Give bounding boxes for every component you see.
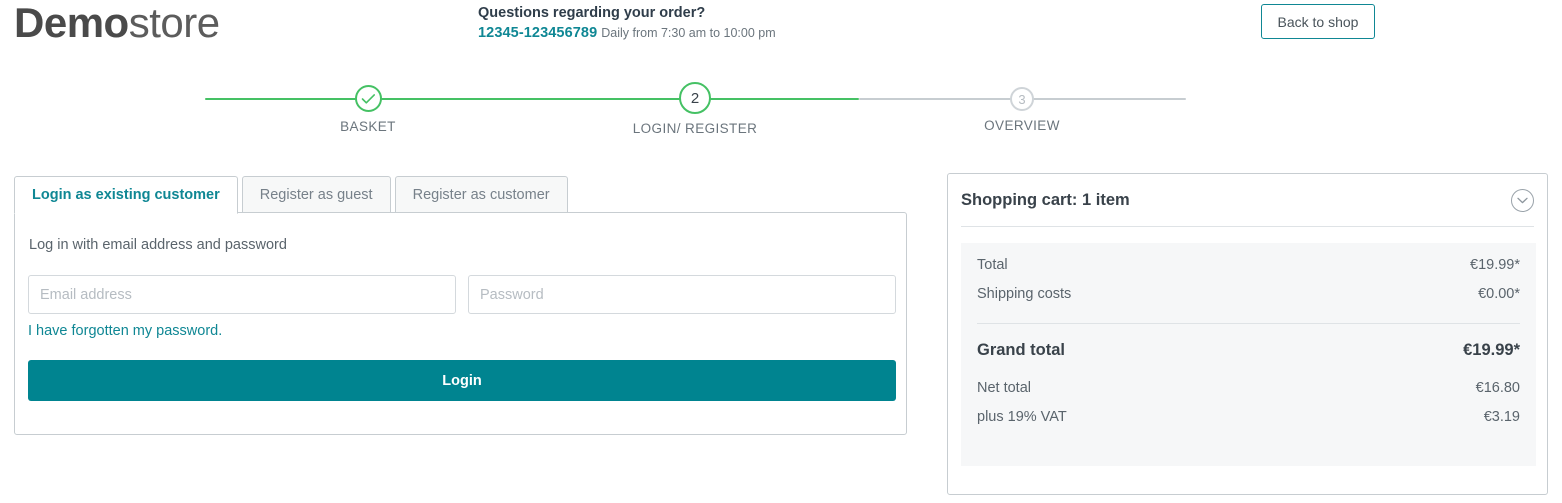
stepper-label-login-register: LOGIN/ REGISTER (632, 121, 758, 136)
tab-register-as-guest[interactable]: Register as guest (241, 176, 391, 213)
shopping-cart-panel: Shopping cart: 1 item Total €19.99* Ship… (947, 173, 1548, 495)
cart-summary-label: plus 19% VAT (977, 409, 1067, 425)
login-button[interactable]: Login (28, 360, 896, 401)
cart-summary-row-shipping: Shipping costs €0.00* (977, 286, 1520, 315)
logo-bold-part: Demo (14, 0, 129, 46)
logo-light-part: store (128, 0, 220, 46)
login-form-panel: Log in with email address and password I… (14, 212, 907, 435)
cart-summary-row-vat: plus 19% VAT €3.19 (977, 409, 1520, 438)
checkout-stepper: BASKET 2 LOGIN/ REGISTER 3 OVERVIEW (0, 78, 1562, 140)
login-form-hint: Log in with email address and password (29, 237, 287, 253)
stepper-label-basket: BASKET (340, 119, 396, 134)
cart-summary-label: Shipping costs (977, 286, 1072, 302)
cart-summary-value: €19.99* (1470, 257, 1520, 273)
cart-summary-row-net-total: Net total €16.80 (977, 380, 1520, 409)
contact-title: Questions regarding your order? (478, 5, 706, 21)
cart-summary-row-grand-total: Grand total €19.99* (977, 332, 1520, 368)
check-icon (361, 93, 375, 104)
contact-line: 12345-123456789 Daily from 7:30 am to 10:… (478, 23, 776, 43)
tab-login-existing-customer[interactable]: Login as existing customer (14, 176, 238, 214)
stepper-step-overview[interactable]: 3 OVERVIEW (912, 78, 1132, 133)
page-header: Demostore Questions regarding your order… (0, 0, 1562, 62)
contact-hours: Daily from 7:30 am to 10:00 pm (601, 26, 776, 40)
cart-summary: Total €19.99* Shipping costs €0.00* Gran… (961, 243, 1536, 466)
forgot-password-link[interactable]: I have forgotten my password. (28, 323, 222, 339)
cart-summary-value: €0.00* (1478, 286, 1520, 302)
stepper-step-basket[interactable]: BASKET (258, 78, 478, 134)
grand-total-value: €19.99* (1463, 340, 1520, 359)
chevron-down-glyph (1517, 197, 1528, 203)
grand-total-label: Grand total (977, 340, 1066, 359)
cart-summary-value: €16.80 (1475, 380, 1520, 396)
stepper-label-overview: OVERVIEW (984, 118, 1060, 133)
cart-summary-label: Net total (977, 380, 1031, 396)
checkout-page: Demostore Questions regarding your order… (0, 0, 1562, 503)
site-logo[interactable]: Demostore (14, 0, 220, 46)
back-to-shop-button[interactable]: Back to shop (1261, 4, 1375, 39)
step-marker-todo: 3 (1010, 87, 1034, 111)
shopping-cart-header: Shopping cart: 1 item (961, 174, 1534, 227)
account-tabs: Login as existing customer Register as g… (14, 176, 568, 214)
cart-summary-value: €3.19 (1483, 409, 1520, 425)
tab-register-as-customer[interactable]: Register as customer (394, 176, 568, 213)
contact-info: Questions regarding your order? 12345-12… (478, 3, 776, 43)
step-marker-active: 2 (679, 82, 711, 114)
contact-phone[interactable]: 12345-123456789 (478, 25, 597, 41)
cart-summary-divider (977, 323, 1520, 324)
step-marker-done (354, 85, 382, 112)
password-input[interactable] (468, 275, 896, 314)
stepper-step-login-register[interactable]: 2 LOGIN/ REGISTER (585, 78, 805, 136)
cart-summary-row-total: Total €19.99* (977, 257, 1520, 286)
email-input[interactable] (28, 275, 456, 314)
cart-summary-label: Total (977, 257, 1008, 273)
chevron-down-icon[interactable] (1511, 188, 1534, 212)
shopping-cart-title: Shopping cart: 1 item (961, 190, 1130, 209)
